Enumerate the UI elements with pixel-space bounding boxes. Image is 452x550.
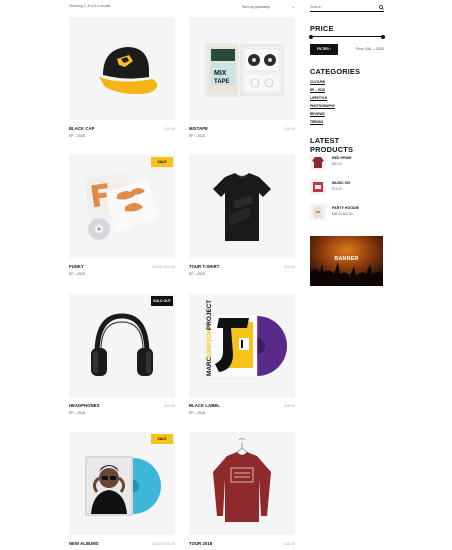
product-name[interactable]: HEADPHONES xyxy=(69,403,100,408)
product-name[interactable]: BLACK CAP xyxy=(69,126,95,131)
new-albums-image xyxy=(85,456,161,516)
latest-product-thumbnail[interactable] xyxy=(310,154,326,170)
product-category[interactable]: EP – 2018 xyxy=(189,272,205,276)
product-name[interactable]: TOUR T-SHIRT xyxy=(189,264,219,269)
product-price: $18.00 xyxy=(284,127,295,131)
sold-out-badge: SOLD OUT xyxy=(151,296,173,306)
latest-product-item[interactable]: PARTY HOODIE $48.00 $42.00 xyxy=(310,204,384,226)
hoodie-thumb-icon xyxy=(312,206,324,218)
funky-album-image xyxy=(84,172,161,240)
product-card[interactable]: MARC SIMPSON PROJECT BLACK LABEL EP – 20… xyxy=(189,294,295,422)
svg-text:TAPE: TAPE xyxy=(214,79,230,85)
search-placeholder: Search xyxy=(310,5,322,9)
product-category[interactable]: EP – 2018 xyxy=(69,411,85,415)
latest-product-price: $74.00 xyxy=(332,187,342,191)
product-name[interactable]: BLACK LABEL xyxy=(189,403,220,408)
product-category[interactable]: EP – 2018 xyxy=(69,272,85,276)
black-label-image: MARC SIMPSON PROJECT xyxy=(204,300,287,379)
slider-handle-max[interactable] xyxy=(381,34,385,39)
shop-toolbar: Showing 1–8 of 14 results Sort by popula… xyxy=(69,4,295,12)
product-image[interactable]: SOLD OUT xyxy=(69,294,175,397)
latest-product-thumbnail[interactable] xyxy=(310,204,326,220)
svg-text:MIX: MIX xyxy=(214,70,227,77)
product-card[interactable]: TOUR 2018 $18.00 xyxy=(189,432,295,550)
product-name[interactable]: MIXTAPE xyxy=(189,126,208,131)
slider-handle-min[interactable] xyxy=(309,34,313,39)
sidebar-banner[interactable]: BANNER xyxy=(310,236,383,286)
product-price: $38.00 $26.00 xyxy=(152,542,175,546)
sale-badge: SALE xyxy=(151,157,173,167)
latest-product-name[interactable]: MUSIC ON xyxy=(332,181,350,185)
product-image[interactable] xyxy=(189,432,295,535)
product-price: $18.00 $12.00 xyxy=(152,265,175,269)
tshirt-image xyxy=(213,173,271,241)
categories-widget-title: CATEGORIES xyxy=(310,67,361,76)
category-list: CULTURE EP – 2018 LIFESTYLE PHOTOGRAPHY … xyxy=(310,80,335,128)
latest-product-item[interactable]: RED PRIDE $40.00 xyxy=(310,154,384,176)
svg-text:SIMPSON: SIMPSON xyxy=(206,328,213,358)
category-link[interactable]: LIFESTYLE xyxy=(310,96,335,104)
product-card[interactable]: BLACK CAP EP – 2018 $13.00 xyxy=(69,17,175,145)
product-card[interactable]: MIX TAPE MIXTAPE EP – 2018 $18.00 xyxy=(189,17,295,145)
category-link[interactable]: EP – 2018 xyxy=(310,88,335,96)
svg-text:MARC: MARC xyxy=(206,356,213,376)
chevron-down-icon: ⌄ xyxy=(291,4,295,9)
latest-product-name[interactable]: RED PRIDE xyxy=(332,156,352,160)
svg-text:PROJECT: PROJECT xyxy=(206,300,213,330)
price-range-slider[interactable] xyxy=(309,34,385,39)
music-on-thumb-icon xyxy=(313,182,323,192)
search-icon[interactable] xyxy=(379,5,384,10)
category-link[interactable]: TRENDS xyxy=(310,120,335,128)
search-input[interactable]: Search xyxy=(310,4,384,12)
product-image[interactable]: SALE xyxy=(69,432,175,535)
price-widget-title: PRICE xyxy=(310,24,334,33)
results-count: Showing 1–8 of 14 results xyxy=(69,4,111,8)
product-image[interactable]: MIX TAPE xyxy=(189,17,295,120)
sort-select[interactable]: Sort by popularity ⌄ xyxy=(242,3,296,11)
category-link[interactable]: REVIEWS xyxy=(310,112,335,120)
filter-button[interactable]: FILTER › xyxy=(310,44,338,55)
cap-image xyxy=(99,47,158,95)
product-card[interactable]: SALE NEW ALBUMS $38.00 $26.00 xyxy=(69,432,175,550)
product-price: $13.00 xyxy=(164,127,175,131)
product-price: $18.00 xyxy=(284,542,295,546)
product-price: $14.00 xyxy=(164,404,175,408)
product-name[interactable]: TOUR 2018 xyxy=(189,541,212,546)
latest-products-title: LATEST PRODUCTS xyxy=(310,136,354,154)
latest-product-item[interactable]: MUSIC ON $74.00 xyxy=(310,179,384,201)
product-card[interactable]: SOLD OUT HEADPHONES EP – 2018 $14.00 xyxy=(69,294,175,422)
product-name[interactable]: NEW ALBUMS xyxy=(69,541,99,546)
sale-badge: SALE xyxy=(151,434,173,444)
latest-product-name[interactable]: PARTY HOODIE xyxy=(332,206,359,210)
sort-select-value: Sort by popularity xyxy=(242,5,270,9)
banner-label: BANNER xyxy=(334,256,359,262)
product-price: $18.00 xyxy=(284,404,295,408)
product-card[interactable]: TOUR T-SHIRT EP – 2018 $15.00 xyxy=(189,155,295,283)
product-name[interactable]: FUNKY xyxy=(69,264,84,269)
product-price: $15.00 xyxy=(284,265,295,269)
mixtape-image: MIX TAPE xyxy=(205,43,284,97)
headphones-image xyxy=(91,313,153,376)
product-category[interactable]: EP – 2018 xyxy=(69,134,85,138)
product-image[interactable] xyxy=(189,155,295,258)
product-image[interactable] xyxy=(69,17,175,120)
red-sweatshirt-thumb-icon xyxy=(312,157,324,168)
category-link[interactable]: PHOTOGRAPHY xyxy=(310,104,335,112)
latest-product-price: $40.00 xyxy=(332,162,342,166)
latest-product-price: $48.00 $42.00 xyxy=(332,212,353,216)
product-category[interactable]: EP – 2018 xyxy=(189,411,205,415)
product-image[interactable]: MARC SIMPSON PROJECT xyxy=(189,294,295,397)
product-category[interactable]: EP – 2018 xyxy=(189,134,205,138)
product-image[interactable]: SALE xyxy=(69,155,175,258)
latest-product-thumbnail[interactable] xyxy=(310,179,326,195)
price-range-text: Price: $16 — $100 xyxy=(355,47,384,51)
sweatshirt-image xyxy=(213,438,271,522)
product-card[interactable]: SALE FUNKY EP – 2018 $18.00 $12.00 xyxy=(69,155,175,283)
category-link[interactable]: CULTURE xyxy=(310,80,335,88)
